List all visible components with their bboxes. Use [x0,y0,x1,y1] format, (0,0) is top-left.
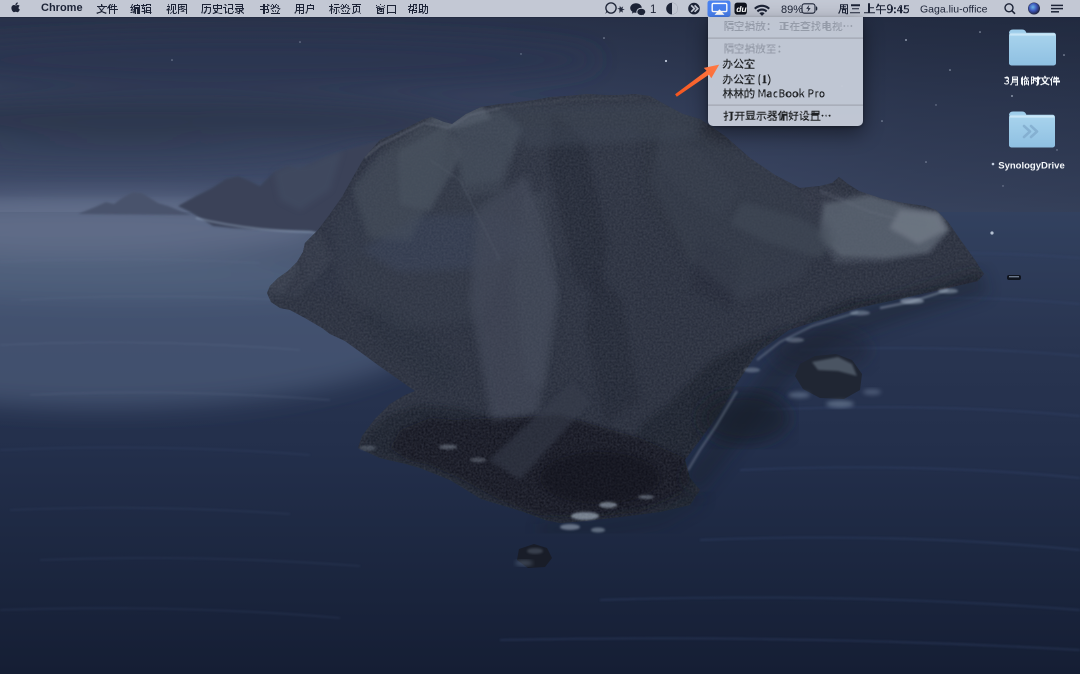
svg-text:du: du [736,4,747,14]
svg-text:SynologyDrive: SynologyDrive [998,161,1065,172]
svg-text:Gaga.liu-office: Gaga.liu-office [920,4,988,16]
svg-text:1: 1 [650,4,656,16]
